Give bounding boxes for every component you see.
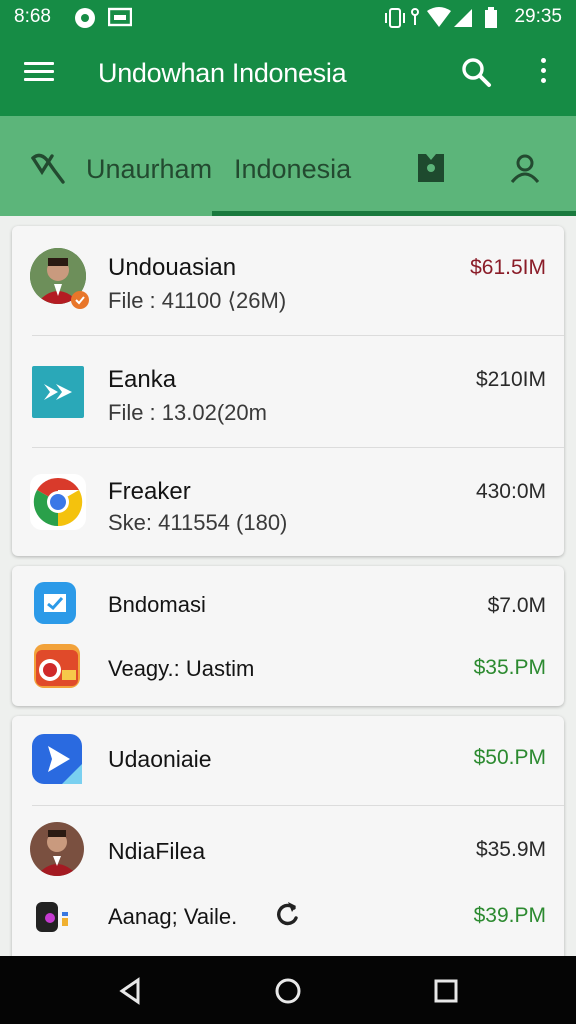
- tab-indicator: [212, 211, 576, 216]
- menu-icon[interactable]: [24, 58, 54, 88]
- list-item[interactable]: Eanka File : 13.02(20m $210IM: [12, 336, 564, 448]
- list-card: Undouasian File : 41100 ⟨26M) $61.5IM Ea…: [12, 226, 564, 556]
- wifi-icon: [426, 7, 452, 34]
- vibrate-icon: [384, 7, 406, 34]
- list-item[interactable]: Udaoniaie $50.PM: [12, 716, 564, 806]
- list-item[interactable]: NdiaFilea $35.9M: [12, 806, 564, 890]
- key-icon: [410, 7, 420, 34]
- more-options-icon[interactable]: [534, 58, 552, 90]
- filter-icon: [31, 153, 65, 184]
- list-item[interactable]: Undouasian File : 41100 ⟨26M) $61.5IM: [12, 226, 564, 336]
- item-amount: $39.PM: [473, 904, 546, 927]
- bookmark-tab-icon[interactable]: [416, 152, 450, 186]
- status-bar: 8:68 29:35: [0, 0, 576, 34]
- item-name: Aanag; Vaile.: [108, 904, 238, 929]
- tab-bar: Unaurham Indonesia: [0, 116, 576, 216]
- item-subtitle: File : 41100 ⟨26M): [108, 288, 287, 313]
- signal-icon: [452, 7, 474, 34]
- list-card: Bndomasi $7.0M Veagy.: Uastim $35.PM: [12, 566, 564, 706]
- person-tab-icon[interactable]: [508, 152, 542, 186]
- list-item[interactable]: Bndomasi $7.0M: [12, 566, 564, 638]
- item-amount: $35.9M: [475, 838, 546, 861]
- media-app-icon: [34, 898, 78, 942]
- send-app-icon: [32, 734, 82, 784]
- avatar: [30, 822, 84, 876]
- item-amount: $7.0M: [487, 594, 546, 617]
- list-item[interactable]: Freaker Ske: 411554 (180) 430:0M: [12, 448, 564, 556]
- transfer-app-icon: [32, 366, 84, 418]
- item-amount: $210IM: [475, 368, 546, 391]
- list-item[interactable]: Veagy.: Uastim $35.PM: [12, 638, 564, 706]
- status-clock: 29:35: [514, 6, 562, 27]
- item-name: NdiaFilea: [108, 838, 206, 864]
- item-name: Udaoniaie: [108, 746, 212, 772]
- item-amount: $61.5IM: [470, 256, 546, 279]
- recents-icon[interactable]: [431, 976, 461, 1006]
- tab-label: Unaurham: [86, 154, 213, 184]
- home-icon[interactable]: [273, 976, 303, 1006]
- chrome-icon: [30, 474, 86, 530]
- search-icon[interactable]: [460, 56, 494, 90]
- status-time: 8:68: [14, 6, 51, 27]
- item-name: Veagy.: Uastim: [108, 656, 255, 681]
- battery-icon: [484, 7, 498, 34]
- list-item[interactable]: Aanag; Vaile. $39.PM: [12, 890, 564, 950]
- refresh-icon[interactable]: [274, 900, 300, 928]
- notification-icon: [74, 7, 96, 34]
- item-amount: $50.PM: [473, 746, 546, 769]
- item-amount: $35.PM: [473, 656, 546, 679]
- mail-app-icon: [34, 582, 76, 624]
- item-name: Bndomasi: [108, 592, 206, 617]
- verified-badge-icon: [71, 291, 89, 309]
- item-subtitle: File : 13.02(20m: [108, 400, 267, 425]
- system-navigation-bar: [0, 956, 576, 1024]
- photo-icon: [107, 7, 133, 32]
- item-subtitle: Ske: 411554 (180): [108, 510, 288, 535]
- item-name: Undouasian: [108, 254, 237, 281]
- item-name: Freaker: [108, 478, 191, 505]
- tab-unaurham[interactable]: Unaurham: [0, 116, 213, 216]
- tab-label: Indonesia: [234, 154, 352, 184]
- app-title: Undowhan Indonesia: [98, 58, 347, 88]
- app-bar: Undowhan Indonesia: [0, 34, 576, 116]
- list-card: Udaoniaie $50.PM NdiaFilea $35.9M Aanag;…: [12, 716, 564, 966]
- back-icon[interactable]: [116, 976, 146, 1006]
- item-amount: 430:0M: [475, 480, 546, 503]
- calendar-app-icon: [34, 644, 80, 688]
- item-name: Eanka: [108, 366, 177, 393]
